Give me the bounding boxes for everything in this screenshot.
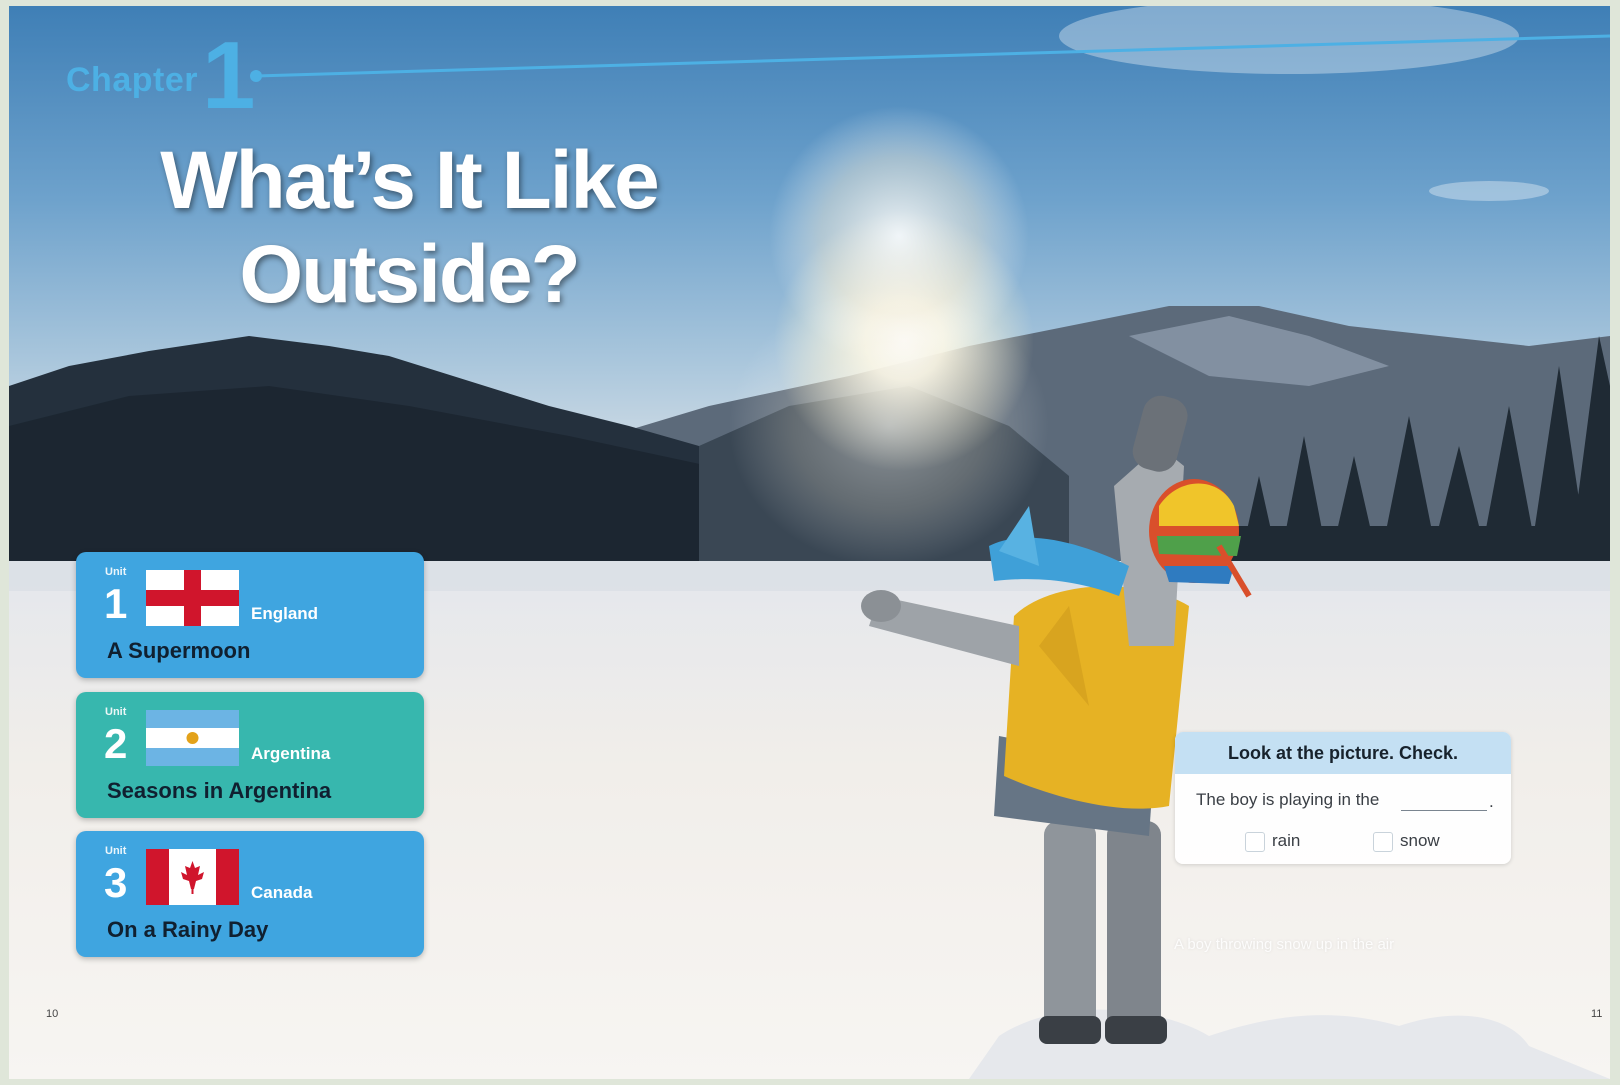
unit-tag: Unit — [105, 706, 127, 718]
unit-title: A Supermoon — [107, 638, 251, 663]
chapter-title-line-2: Outside? — [239, 229, 580, 320]
unit-number: 3 — [104, 859, 128, 906]
unit-number: 2 — [104, 720, 128, 767]
england-flag-icon — [146, 570, 239, 626]
page-number-right: 11 — [1591, 1008, 1603, 1020]
option-snow-label: snow — [1400, 831, 1440, 850]
quiz-blank — [1401, 810, 1487, 811]
chapter-title: What’s It Like Outside? — [69, 134, 749, 322]
quiz-heading: Look at the picture. Check. — [1175, 732, 1511, 774]
unit-country: Canada — [251, 883, 313, 902]
unit-country: England — [251, 604, 319, 623]
page-number-left: 10 — [46, 1008, 59, 1020]
unit-tag: Unit — [105, 566, 127, 578]
unit-card-1[interactable]: Unit 1 England A Supermoon — [76, 552, 424, 678]
unit-title: Seasons in Argentina — [107, 778, 332, 803]
unit-card-3[interactable]: Unit 3 Canada On a Rainy Day — [76, 831, 424, 957]
unit-title: On a Rainy Day — [107, 917, 269, 942]
option-rain-label: rain — [1272, 831, 1301, 850]
photo-caption: A boy throwing snow up in the air — [1174, 936, 1395, 953]
option-snow-checkbox[interactable] — [1373, 832, 1393, 852]
chapter-number: 1 — [202, 22, 256, 129]
unit-number: 1 — [104, 580, 128, 627]
unit-tag: Unit — [105, 845, 127, 857]
quiz-period: . — [1489, 792, 1494, 811]
quiz-question: The boy is playing in the — [1196, 790, 1380, 809]
chapter-label: Chapter — [66, 61, 198, 99]
unit-country: Argentina — [251, 744, 331, 763]
book-spread: Chapter 1 What’s It Like Outside? Unit 1… — [9, 6, 1610, 1079]
argentina-flag-icon — [146, 710, 239, 766]
chapter-title-line-1: What’s It Like — [160, 135, 659, 226]
option-rain-checkbox[interactable] — [1245, 832, 1265, 852]
chapter-rule — [250, 34, 1610, 82]
unit-card-2[interactable]: Unit 2 Argentina Seasons in Argentina — [76, 692, 424, 818]
quiz-box: Look at the picture. Check. The boy is p… — [1175, 732, 1511, 864]
canada-flag-icon — [146, 849, 239, 905]
